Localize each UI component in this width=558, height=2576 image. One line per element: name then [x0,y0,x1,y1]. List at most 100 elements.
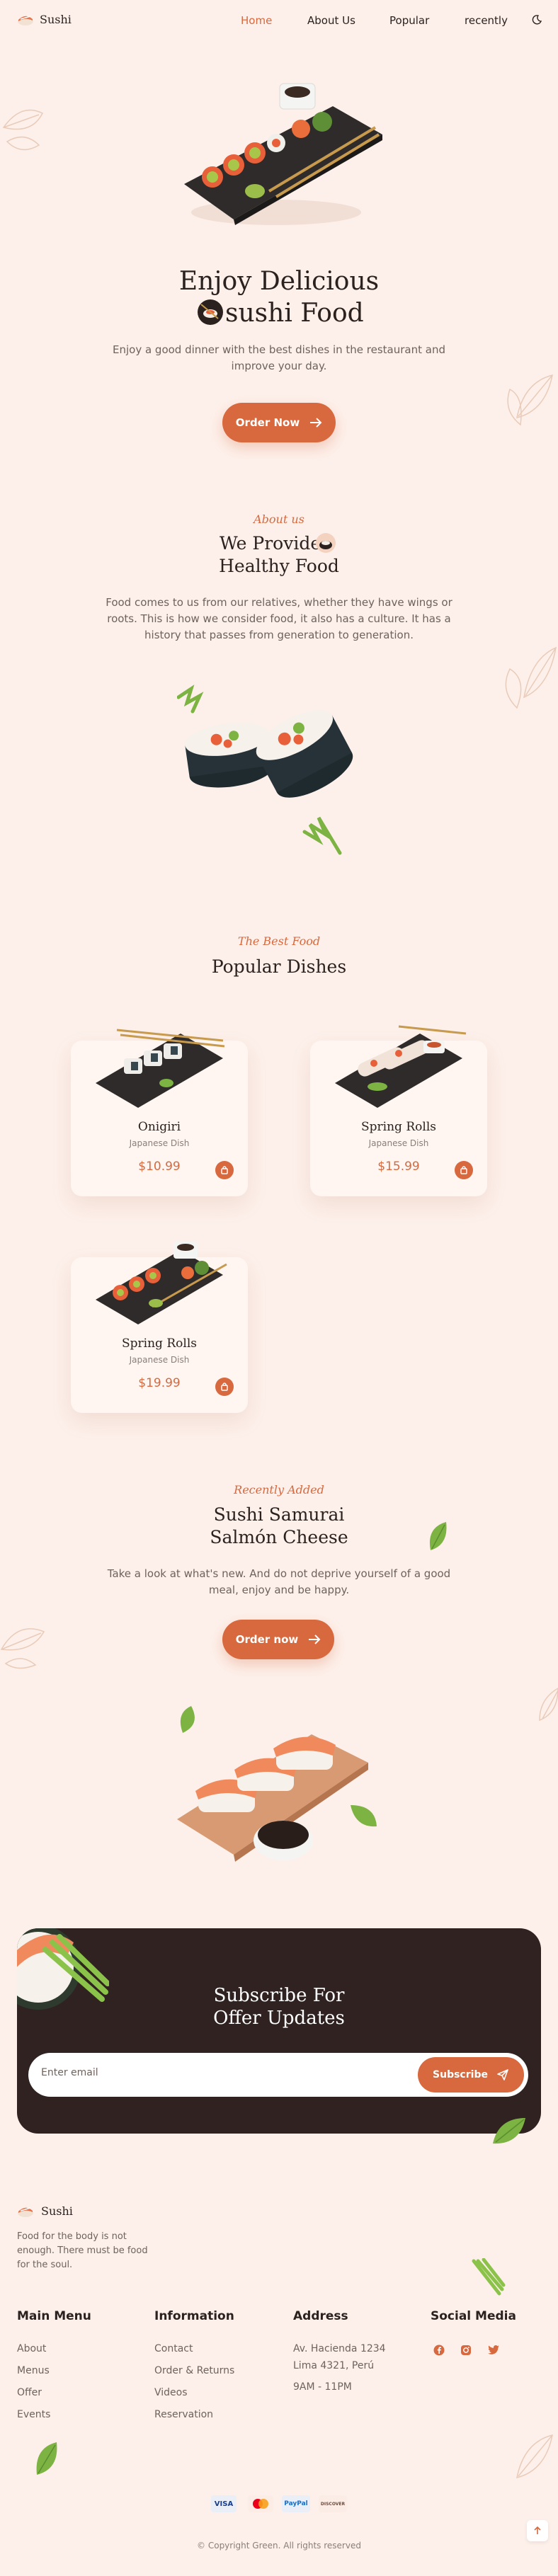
leaf-outline-decoration-icon [507,374,553,426]
recently-order-now-button[interactable]: Order now [222,1620,334,1659]
add-to-cart-button[interactable] [455,1161,473,1179]
recently-text-line2: meal, enjoy and be happy. [208,1584,350,1596]
instagram-icon[interactable] [460,2345,472,2356]
footer-social-title: Social Media [431,2309,516,2323]
footer-tagline-line3: for the soul. [17,2260,73,2270]
shopping-bag-icon [221,1383,228,1391]
recently-title-line2: Salmón Cheese [210,1527,348,1547]
footer-link-menus[interactable]: Menus [17,2365,50,2376]
footer-link-about[interactable]: About [17,2343,46,2354]
leaf-outline-decoration-icon [505,646,557,709]
nav-popular[interactable]: Popular [389,14,429,27]
footer-brand[interactable]: Sushi [17,2203,73,2219]
subscribe-title-line1: Subscribe For [213,1985,345,2006]
footer-address-line2: Lima 4321, Perú [293,2360,375,2371]
subscribe-title-line2: Offer Updates [213,2008,345,2029]
nav-about-us[interactable]: About Us [307,14,355,27]
arrow-up-icon [534,2526,541,2534]
footer-link-order-returns[interactable]: Order & Returns [154,2365,234,2376]
herb-sprig-icon [472,2258,506,2296]
footer-link-videos[interactable]: Videos [154,2387,188,2398]
dish-name: Spring Rolls [122,1336,197,1351]
sushi-rolls-image [177,685,353,855]
dish-card[interactable]: Spring Rolls Japanese Dish $15.99 [310,1025,487,1196]
leaf-outline-decoration-icon [0,1628,45,1669]
hero-description-line1: Enjoy a good dinner with the best dishes… [112,343,445,356]
dish-card[interactable]: Onigiri Japanese Dish $10.99 [71,1029,248,1196]
footer-hours: 9AM - 11PM [293,2381,352,2393]
brand-name: Sushi [40,12,72,26]
dark-mode-toggle-icon[interactable] [531,14,542,25]
leaf-outline-decoration-icon [516,2434,553,2479]
footer-link-events[interactable]: Events [17,2409,50,2420]
dish-category: Japanese Dish [129,1138,190,1148]
dish-name: Spring Rolls [361,1120,436,1134]
hero-sushi-platter-image [184,83,382,225]
sushi-rolls-platter-image [96,1242,227,1324]
subscribe-button-label: Subscribe [433,2069,488,2080]
add-to-cart-button[interactable] [215,1378,234,1396]
hero-description-line2: improve your day. [231,360,327,372]
dish-category: Japanese Dish [368,1138,429,1148]
visa-icon: VISA [211,2495,237,2512]
scroll-to-top-button[interactable] [527,2520,548,2541]
popular-title: Popular Dishes [211,956,347,977]
footer-link-offer[interactable]: Offer [17,2387,42,2398]
hero-title-line2: sushi Food [225,299,364,328]
nav-recently[interactable]: recently [465,14,508,27]
sushi-logo-icon [18,2207,33,2217]
salmon-sushi-board-image [177,1706,377,1862]
header: Sushi Home About Us Popular recently [0,0,558,42]
arrow-right-icon [310,418,322,428]
about-text-line3: history that passes from generation to g… [144,629,414,641]
dish-category: Japanese Dish [129,1355,190,1365]
footer-main-menu-title: Main Menu [17,2309,91,2323]
sushi-bowl-icon [316,533,336,553]
shopping-bag-icon [460,1166,467,1174]
footer-information-title: Information [154,2309,234,2323]
footer-link-contact[interactable]: Contact [154,2343,193,2354]
footer-tagline-line2: enough. There must be food [17,2245,148,2256]
about-text-line2: roots. This is how we consider food, it … [107,612,451,625]
dish-card[interactable]: Spring Rolls Japanese Dish $19.99 [71,1242,248,1413]
about-subtitle: About us [254,513,304,526]
recently-subtitle: Recently Added [234,1483,324,1496]
recently-text-line1: Take a look at what's new. And do not de… [107,1567,451,1580]
sushi-logo-icon [18,16,33,25]
nav-home[interactable]: Home [241,14,272,27]
onigiri-platter-image [96,1029,225,1108]
brand-logo[interactable]: Sushi [17,11,72,27]
discover-icon: DISCOVER [319,2495,347,2512]
spring-rolls-platter-image [335,1025,467,1108]
send-icon [497,2069,508,2080]
footer-tagline: Food for the body is not enough. There m… [17,2230,148,2272]
add-to-cart-button[interactable] [215,1161,234,1179]
subscribe-panel: Subscribe For Offer Updates [17,1928,541,2134]
mastercard-icon [248,2495,273,2512]
twitter-icon[interactable] [487,2345,500,2356]
hero-order-now-label: Order Now [235,416,300,429]
leaf-icon [36,2442,57,2475]
recently-title-line1: Sushi Samurai [213,1504,345,1525]
footer-brand-name: Sushi [41,2204,73,2218]
sushi-bowl-icon [198,299,223,325]
subscribe-button[interactable]: Subscribe [418,2057,524,2093]
arrow-right-icon [309,1635,321,1644]
recently-order-now-label: Order now [235,1633,299,1646]
footer-address-line1: Av. Hacienda 1234 [293,2343,386,2354]
dish-name: Onigiri [137,1120,181,1134]
subscribe-form: Subscribe [28,2053,528,2097]
footer-address-title: Address [293,2309,348,2323]
leaf-icon [493,2118,525,2144]
about-text-line1: Food comes to us from our relatives, whe… [106,596,452,609]
leaf-outline-decoration-icon [539,1688,558,1722]
hero-title-line1: Enjoy Delicious [178,267,380,296]
shopping-bag-icon [221,1166,228,1174]
email-input[interactable] [41,2067,395,2078]
footer-link-reservation[interactable]: Reservation [154,2409,213,2420]
hero-order-now-button[interactable]: Order Now [222,403,336,442]
copyright-text: © Copyright Green. All rights reserved [197,2541,361,2551]
about-title-line1: We Provide [220,533,321,554]
about-title-line2: Healthy Food [219,556,339,576]
facebook-icon[interactable] [433,2345,445,2356]
